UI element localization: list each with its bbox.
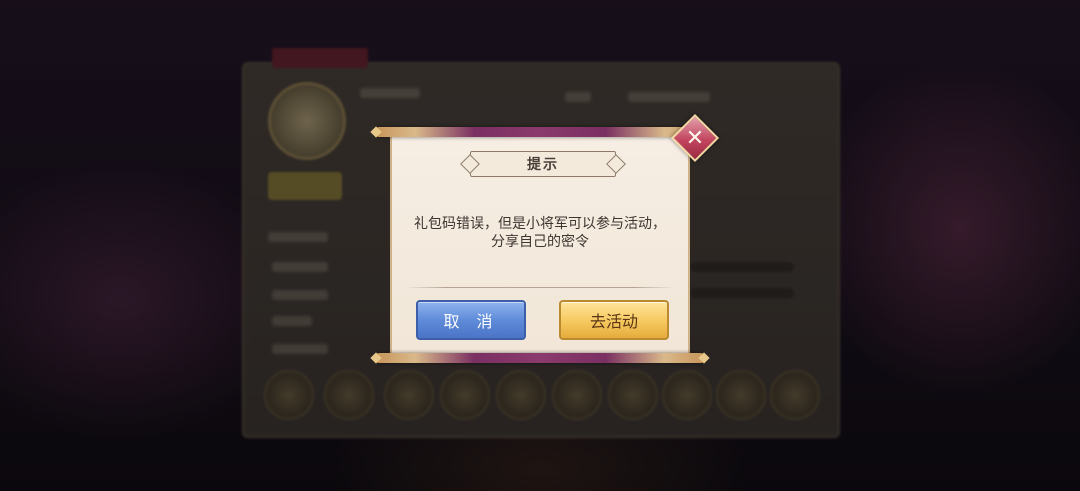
dialog-message: 礼包码错误，但是小将军可以参与活动， 分享自己的密令 — [410, 215, 670, 251]
dialog-message-line: 分享自己的密令 — [491, 234, 589, 250]
dialog-body: 提示 礼包码错误，但是小将军可以参与活动， 分享自己的密令 取 消 去活动 — [390, 133, 690, 357]
dialog-title-plate: 提示 — [470, 151, 616, 177]
dialog-divider — [406, 287, 674, 288]
dialog-frame-bottom — [376, 353, 704, 363]
close-icon: ✕ — [685, 125, 705, 151]
dialog-frame-top — [376, 127, 704, 137]
prompt-dialog: 提示 礼包码错误，但是小将军可以参与活动， 分享自己的密令 取 消 去活动 — [370, 126, 710, 364]
cancel-button[interactable]: 取 消 — [416, 300, 526, 340]
dialog-message-line: 礼包码错误，但是小将军可以参与活动， — [414, 216, 666, 232]
go-to-event-button[interactable]: 去活动 — [559, 300, 669, 340]
dialog-title: 提示 — [527, 157, 559, 173]
